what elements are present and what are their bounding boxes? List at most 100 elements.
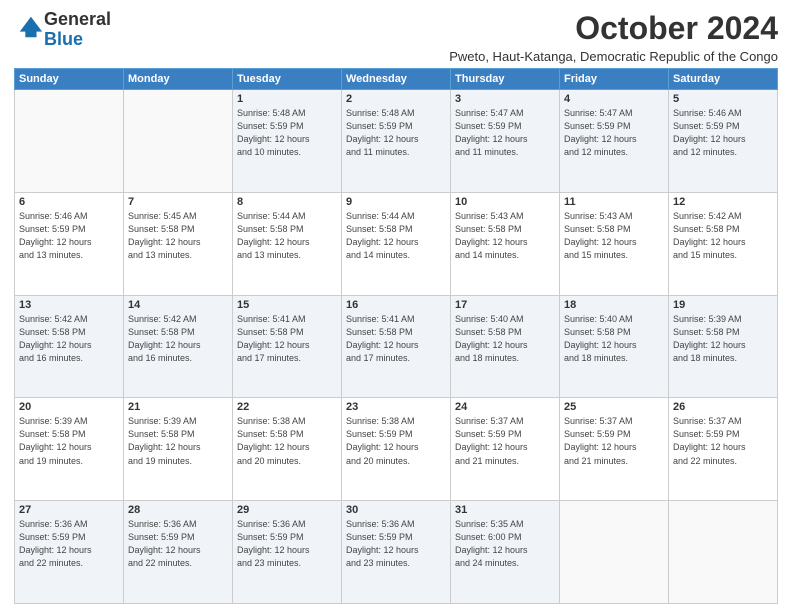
day-info: Sunrise: 5:36 AM Sunset: 5:59 PM Dayligh… [237,518,337,570]
header-monday: Monday [124,69,233,90]
day-number: 25 [564,401,664,413]
day-cell-3-4: 24 Sunrise: 5:37 AM Sunset: 5:59 PM Dayli… [451,398,560,501]
day-cell-0-6: 5Sunrise: 5:46 AM Sunset: 5:59 PM Daylig… [669,90,778,193]
header-tuesday: Tuesday [233,69,342,90]
day-number: 12 [673,196,773,208]
title-section: October 2024 Pweto, Haut-Katanga, Democr… [449,10,778,64]
header-wednesday: Wednesday [342,69,451,90]
day-cell-2-3: 16Sunrise: 5:41 AM Sunset: 5:58 PM Dayli… [342,295,451,398]
week-row-1: 1 Sunrise: 5:48 AM Sunset: 5:59 PM Daylig… [15,90,778,193]
week-row-5: 27Sunrise: 5:36 AM Sunset: 5:59 PM Dayli… [15,501,778,604]
day-number: 10 [455,196,555,208]
day-info: Sunrise: 5:44 AM Sunset: 5:58 PM Dayligh… [346,210,446,262]
day-cell-4-4: 31 Sunrise: 5:35 AM Sunset: 6:00 PM Dayli… [451,501,560,604]
day-number: 18 [564,299,664,311]
header-saturday: Saturday [669,69,778,90]
day-cell-4-0: 27Sunrise: 5:36 AM Sunset: 5:59 PM Dayli… [15,501,124,604]
day-info: Sunrise: 5:37 AM Sunset: 5:59 PM Dayligh… [455,415,555,467]
week-row-4: 20 Sunrise: 5:39 AM Sunset: 5:58 PM Dayli… [15,398,778,501]
day-number: 28 [128,504,228,516]
day-number: 1 [237,93,337,105]
day-cell-3-5: 25Sunrise: 5:37 AM Sunset: 5:59 PM Dayli… [560,398,669,501]
day-number: 30 [346,504,446,516]
day-info: Sunrise: 5:36 AM Sunset: 5:59 PM Dayligh… [128,518,228,570]
location-title: Pweto, Haut-Katanga, Democratic Republic… [449,49,778,64]
month-title: October 2024 [449,10,778,47]
day-info: Sunrise: 5:37 AM Sunset: 5:59 PM Dayligh… [673,415,773,467]
day-info: Sunrise: 5:45 AM Sunset: 5:58 PM Dayligh… [128,210,228,262]
day-number: 14 [128,299,228,311]
day-number: 7 [128,196,228,208]
day-cell-0-0 [15,90,124,193]
day-number: 15 [237,299,337,311]
day-info: Sunrise: 5:35 AM Sunset: 6:00 PM Dayligh… [455,518,555,570]
day-number: 8 [237,196,337,208]
day-cell-1-1: 7 Sunrise: 5:45 AM Sunset: 5:58 PM Daylig… [124,192,233,295]
day-info: Sunrise: 5:42 AM Sunset: 5:58 PM Dayligh… [19,313,119,365]
day-number: 24 [455,401,555,413]
day-number: 19 [673,299,773,311]
day-number: 23 [346,401,446,413]
day-cell-2-1: 14 Sunrise: 5:42 AM Sunset: 5:58 PM Dayli… [124,295,233,398]
day-info: Sunrise: 5:47 AM Sunset: 5:59 PM Dayligh… [455,107,555,159]
day-cell-4-5 [560,501,669,604]
day-cell-1-5: 11 Sunrise: 5:43 AM Sunset: 5:58 PM Dayli… [560,192,669,295]
day-info: Sunrise: 5:43 AM Sunset: 5:58 PM Dayligh… [455,210,555,262]
day-info: Sunrise: 5:42 AM Sunset: 5:58 PM Dayligh… [128,313,228,365]
header-friday: Friday [560,69,669,90]
day-number: 11 [564,196,664,208]
day-number: 3 [455,93,555,105]
day-cell-4-3: 30 Sunrise: 5:36 AM Sunset: 5:59 PM Dayli… [342,501,451,604]
day-number: 29 [237,504,337,516]
day-number: 6 [19,196,119,208]
logo: General Blue [14,10,111,50]
logo-general: General [44,9,111,29]
day-cell-2-4: 17Sunrise: 5:40 AM Sunset: 5:58 PM Dayli… [451,295,560,398]
header-thursday: Thursday [451,69,560,90]
day-cell-0-2: 1Sunrise: 5:48 AM Sunset: 5:59 PM Daylig… [233,90,342,193]
day-info: Sunrise: 5:40 AM Sunset: 5:58 PM Dayligh… [564,313,664,365]
day-info: Sunrise: 5:36 AM Sunset: 5:59 PM Dayligh… [346,518,446,570]
day-cell-2-6: 19 Sunrise: 5:39 AM Sunset: 5:58 PM Dayli… [669,295,778,398]
day-info: Sunrise: 5:39 AM Sunset: 5:58 PM Dayligh… [128,415,228,467]
day-info: Sunrise: 5:44 AM Sunset: 5:58 PM Dayligh… [237,210,337,262]
day-number: 26 [673,401,773,413]
day-number: 20 [19,401,119,413]
day-info: Sunrise: 5:43 AM Sunset: 5:58 PM Dayligh… [564,210,664,262]
day-number: 4 [564,93,664,105]
logo-blue: Blue [44,29,83,49]
day-info: Sunrise: 5:48 AM Sunset: 5:59 PM Dayligh… [346,107,446,159]
day-cell-0-3: 2Sunrise: 5:48 AM Sunset: 5:59 PM Daylig… [342,90,451,193]
day-info: Sunrise: 5:46 AM Sunset: 5:59 PM Dayligh… [673,107,773,159]
day-info: Sunrise: 5:39 AM Sunset: 5:58 PM Dayligh… [19,415,119,467]
day-number: 21 [128,401,228,413]
logo-icon [16,13,44,41]
day-number: 31 [455,504,555,516]
day-cell-2-5: 18 Sunrise: 5:40 AM Sunset: 5:58 PM Dayli… [560,295,669,398]
day-info: Sunrise: 5:46 AM Sunset: 5:59 PM Dayligh… [19,210,119,262]
calendar-table: Sunday Monday Tuesday Wednesday Thursday… [14,68,778,604]
day-cell-3-1: 21 Sunrise: 5:39 AM Sunset: 5:58 PM Dayli… [124,398,233,501]
day-cell-4-2: 29 Sunrise: 5:36 AM Sunset: 5:59 PM Dayli… [233,501,342,604]
day-info: Sunrise: 5:39 AM Sunset: 5:58 PM Dayligh… [673,313,773,365]
day-cell-4-1: 28 Sunrise: 5:36 AM Sunset: 5:59 PM Dayli… [124,501,233,604]
day-cell-0-1 [124,90,233,193]
day-cell-1-0: 6 Sunrise: 5:46 AM Sunset: 5:59 PM Daylig… [15,192,124,295]
day-number: 17 [455,299,555,311]
day-info: Sunrise: 5:41 AM Sunset: 5:58 PM Dayligh… [346,313,446,365]
day-cell-0-4: 3 Sunrise: 5:47 AM Sunset: 5:59 PM Daylig… [451,90,560,193]
day-info: Sunrise: 5:41 AM Sunset: 5:58 PM Dayligh… [237,313,337,365]
logo-text: General Blue [44,10,111,50]
header-sunday: Sunday [15,69,124,90]
day-cell-1-4: 10 Sunrise: 5:43 AM Sunset: 5:58 PM Dayli… [451,192,560,295]
week-row-2: 6 Sunrise: 5:46 AM Sunset: 5:59 PM Daylig… [15,192,778,295]
day-cell-1-3: 9Sunrise: 5:44 AM Sunset: 5:58 PM Daylig… [342,192,451,295]
day-cell-4-6 [669,501,778,604]
day-cell-1-2: 8 Sunrise: 5:44 AM Sunset: 5:58 PM Daylig… [233,192,342,295]
header: General Blue October 2024 Pweto, Haut-Ka… [14,10,778,64]
day-number: 13 [19,299,119,311]
day-cell-0-5: 4Sunrise: 5:47 AM Sunset: 5:59 PM Daylig… [560,90,669,193]
week-row-3: 13 Sunrise: 5:42 AM Sunset: 5:58 PM Dayli… [15,295,778,398]
weekday-header-row: Sunday Monday Tuesday Wednesday Thursday… [15,69,778,90]
page: General Blue October 2024 Pweto, Haut-Ka… [0,0,792,612]
